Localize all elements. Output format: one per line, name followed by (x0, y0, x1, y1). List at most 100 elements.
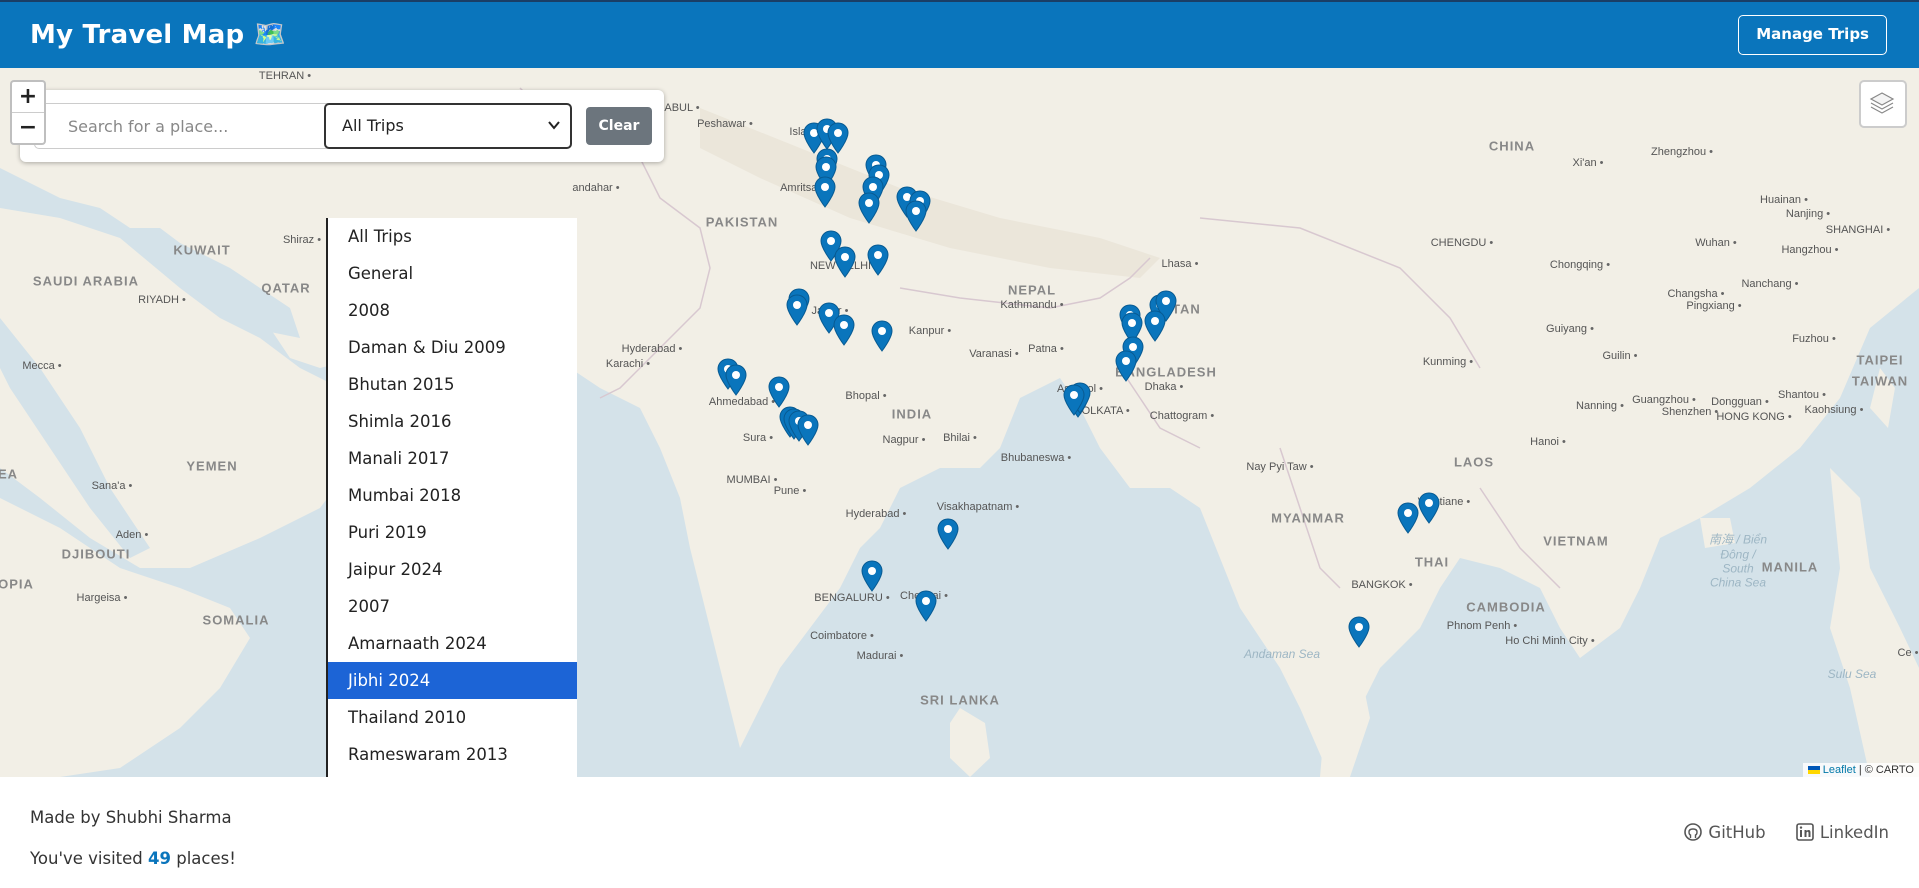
footer: Made by Shubhi Sharma You've visited 49 … (0, 777, 1919, 888)
map-label-vietnam: VIETNAM (1543, 533, 1609, 549)
trip-option[interactable]: Rameswaram 2013 (328, 736, 577, 773)
manage-trips-button[interactable]: Manage Trips (1738, 15, 1887, 55)
map-label-hanoi: Hanoi (1530, 436, 1566, 448)
map-label-ea: EA (0, 466, 19, 482)
ukraine-flag-icon (1807, 766, 1820, 775)
visited-count-text: You've visited 49 places! (30, 849, 236, 868)
map-label-shantou: Shantou (1778, 389, 1826, 401)
clear-button[interactable]: Clear (586, 107, 652, 145)
trip-filter-select[interactable]: All Trips (324, 103, 572, 149)
map-label-huainan: Huainan (1760, 194, 1808, 206)
zoom-out-button[interactable]: − (12, 112, 44, 143)
map-marker-icon[interactable] (797, 414, 819, 446)
map-label-bangkok: BANGKOK (1351, 579, 1412, 591)
map-marker-icon[interactable] (937, 518, 959, 550)
trip-option[interactable]: Kedarnath 2019 (328, 773, 577, 777)
linkedin-link[interactable]: LinkedIn (1796, 823, 1889, 842)
trip-option[interactable]: Jibhi 2024 (328, 662, 577, 699)
linkedin-icon (1796, 823, 1814, 841)
map-label-kabul: ABUL (664, 102, 699, 114)
trip-option[interactable]: Manali 2017 (328, 440, 577, 477)
map-label-hochiminh: Ho Chi Minh City (1505, 635, 1594, 647)
trip-option[interactable]: Shimla 2016 (328, 403, 577, 440)
trip-option[interactable]: Amarnaath 2024 (328, 625, 577, 662)
map-label-dongguan: Dongguan (1711, 396, 1769, 408)
leaflet-link[interactable]: Leaflet (1823, 764, 1856, 776)
map-label-naypyitaw: Nay Pyi Taw (1246, 461, 1313, 473)
github-label: GitHub (1708, 823, 1766, 842)
map-label-riyadh: RIYADH (138, 294, 186, 306)
trip-option[interactable]: 2008 (328, 292, 577, 329)
map-marker-icon[interactable] (833, 314, 855, 346)
map-basemap (0, 68, 1919, 777)
layers-button[interactable] (1859, 80, 1907, 128)
map-label-pune: Pune (774, 485, 807, 497)
map-marker-icon[interactable] (1397, 502, 1419, 534)
map-label-aden: Aden (116, 529, 149, 541)
trip-option[interactable]: Thailand 2010 (328, 699, 577, 736)
map-label-coimbatore: Coimbatore (810, 630, 874, 642)
map-marker-icon[interactable] (1348, 616, 1370, 648)
map-label-nanchang: Nanchang (1741, 278, 1798, 290)
map-marker-icon[interactable] (861, 560, 883, 592)
map-label-djibouti: DJIBOUTI (61, 546, 131, 562)
trip-option[interactable]: All Trips (328, 218, 577, 255)
map-marker-icon[interactable] (1063, 384, 1085, 416)
map-label-somalia: SOMALIA (202, 612, 270, 628)
map-label-fuzhou: Fuzhou (1792, 333, 1836, 345)
zoom-in-button[interactable]: + (12, 82, 44, 112)
trip-option[interactable]: 2007 (328, 588, 577, 625)
layers-icon (1869, 92, 1895, 114)
map-label-srilanka: SRI LANKA (920, 692, 1000, 708)
map-marker-icon[interactable] (814, 176, 836, 208)
map-label-sulu: Sulu Sea (1827, 667, 1877, 681)
map-label-hangzhou: Hangzhou (1781, 244, 1838, 256)
map-marker-icon[interactable] (871, 320, 893, 352)
map-marker-icon[interactable] (725, 364, 747, 396)
trip-option[interactable]: General (328, 255, 577, 292)
map[interactable]: TEHRAN ABUL Peshawar Islam Amritsar anda… (0, 68, 1919, 777)
map-label-kanpur: Kanpur (909, 325, 951, 337)
map-label-kunming: Kunming (1423, 356, 1473, 368)
map-marker-icon[interactable] (768, 376, 790, 408)
app-header: My Travel Map 🗺️ Manage Trips (0, 0, 1919, 68)
map-marker-icon[interactable] (867, 244, 889, 276)
map-marker-icon[interactable] (1418, 492, 1440, 524)
map-marker-icon[interactable] (905, 200, 927, 232)
map-label-xian: Xi'an (1572, 157, 1603, 169)
map-label-bhilai: Bhilai (943, 432, 977, 444)
map-marker-icon[interactable] (858, 192, 880, 224)
map-label-guilin: Guilin (1602, 350, 1637, 362)
trip-option[interactable]: Daman & Diu 2009 (328, 329, 577, 366)
zoom-control: + − (10, 80, 46, 145)
map-marker-icon[interactable] (915, 590, 937, 622)
map-label-chengdu: CHENGDU (1431, 237, 1494, 249)
map-label-yemen: YEMEN (186, 458, 238, 474)
trip-option[interactable]: Mumbai 2018 (328, 477, 577, 514)
map-label-southchina: 南海 / Biển Đông / South China Sea (1708, 532, 1768, 590)
map-label-manila: MANILA (1761, 559, 1819, 575)
map-label-bhopal: Bhopal (845, 390, 886, 402)
map-label-wuhan: Wuhan (1695, 237, 1737, 249)
trip-option[interactable]: Puri 2019 (328, 514, 577, 551)
map-label-cambodia: CAMBODIA (1466, 599, 1546, 615)
map-label-chattogram: Chattogram (1150, 410, 1214, 422)
map-marker-icon[interactable] (786, 294, 808, 326)
map-label-shenzhen: Shenzhen (1662, 406, 1718, 418)
map-label-taipei: TAIPEI (1856, 352, 1904, 368)
map-marker-icon[interactable] (834, 246, 856, 278)
place-search-input[interactable] (34, 103, 334, 149)
github-link[interactable]: GitHub (1684, 823, 1770, 842)
search-panel: All Trips Clear (20, 90, 664, 162)
map-marker-icon[interactable] (1144, 310, 1166, 342)
trip-option[interactable]: Bhutan 2015 (328, 366, 577, 403)
map-label-hyderabad-pk: Hyderabad (622, 343, 683, 355)
map-label-mumbai: MUMBAI (727, 474, 778, 486)
trip-option[interactable]: Jaipur 2024 (328, 551, 577, 588)
map-marker-icon[interactable] (1115, 350, 1137, 382)
map-label-tehran: TEHRAN (259, 70, 311, 82)
app-title: My Travel Map 🗺️ (30, 20, 287, 50)
map-label-peshawar: Peshawar (697, 118, 753, 130)
map-label-nagpur: Nagpur (883, 434, 926, 446)
map-label-sanaa: Sana'a (92, 480, 133, 492)
